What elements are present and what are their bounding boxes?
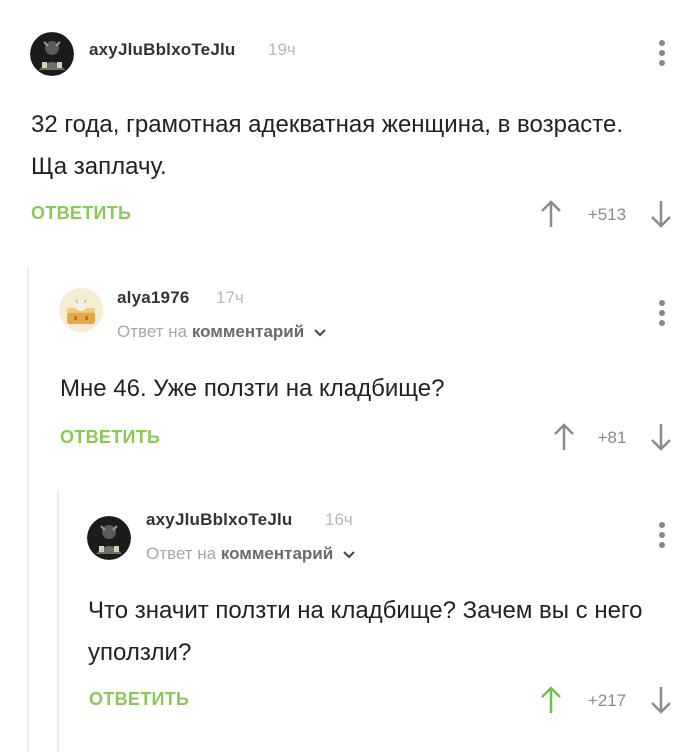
comment-time: 17ч xyxy=(216,288,244,307)
user-avatar[interactable] xyxy=(30,32,74,76)
comment-3: axyJluBblxoTeJlu 16ч Ответ на комментари… xyxy=(0,490,700,752)
arrow-down-icon[interactable] xyxy=(650,422,672,452)
rating-value: +217 xyxy=(587,691,627,710)
arrow-down-icon[interactable] xyxy=(650,685,672,715)
chevron-down-icon[interactable] xyxy=(342,550,356,560)
avatar-dark-figure-icon xyxy=(87,516,131,560)
arrow-up-icon[interactable] xyxy=(553,422,575,452)
reply-to-prefix: Ответ на xyxy=(146,544,217,563)
user-avatar[interactable] xyxy=(87,516,131,560)
rating-value: +81 xyxy=(597,428,627,447)
reply-to-prefix: Ответ на xyxy=(117,322,188,341)
username[interactable]: axyJluBblxoTeJlu xyxy=(146,510,293,530)
reply-to-target[interactable]: комментарий xyxy=(221,544,333,563)
comment-1: axyJluBblxoTeJlu 19ч 32 года, грамотная … xyxy=(0,0,700,240)
avatar-dark-figure-icon xyxy=(30,32,74,76)
arrow-up-icon[interactable] xyxy=(540,685,562,715)
comment-time: 16ч xyxy=(325,510,353,529)
comment-text: Что значит ползти на кладбище? Зачем вы … xyxy=(88,597,643,666)
username[interactable]: axyJluBblxoTeJlu xyxy=(89,40,236,60)
reply-to-link[interactable]: Ответ на комментарий xyxy=(146,544,356,564)
more-vertical-icon[interactable] xyxy=(652,38,672,68)
reply-button[interactable]: ОТВЕТИТЬ xyxy=(31,203,131,224)
reply-button[interactable]: ОТВЕТИТЬ xyxy=(60,427,160,448)
arrow-down-icon[interactable] xyxy=(650,199,672,229)
reply-to-link[interactable]: Ответ на комментарий xyxy=(117,322,327,342)
comment-time: 19ч xyxy=(268,40,296,59)
comment-2: alya1976 17ч Ответ на комментарий Мне 46… xyxy=(0,268,700,468)
chevron-down-icon[interactable] xyxy=(313,328,327,338)
more-vertical-icon[interactable] xyxy=(652,520,672,550)
more-vertical-icon[interactable] xyxy=(652,298,672,328)
reply-button[interactable]: ОТВЕТИТЬ xyxy=(89,689,189,710)
comment-text: Мне 46. Уже ползти на кладбище? xyxy=(60,375,445,402)
reply-to-target[interactable]: комментарий xyxy=(192,322,304,341)
user-avatar[interactable] xyxy=(59,288,103,332)
comment-text: 32 года, грамотная адекватная женщина, в… xyxy=(31,111,624,180)
arrow-up-icon[interactable] xyxy=(540,199,562,229)
username[interactable]: alya1976 xyxy=(117,288,190,308)
avatar-cat-bed-icon xyxy=(59,288,103,332)
rating-value: +513 xyxy=(587,205,627,224)
